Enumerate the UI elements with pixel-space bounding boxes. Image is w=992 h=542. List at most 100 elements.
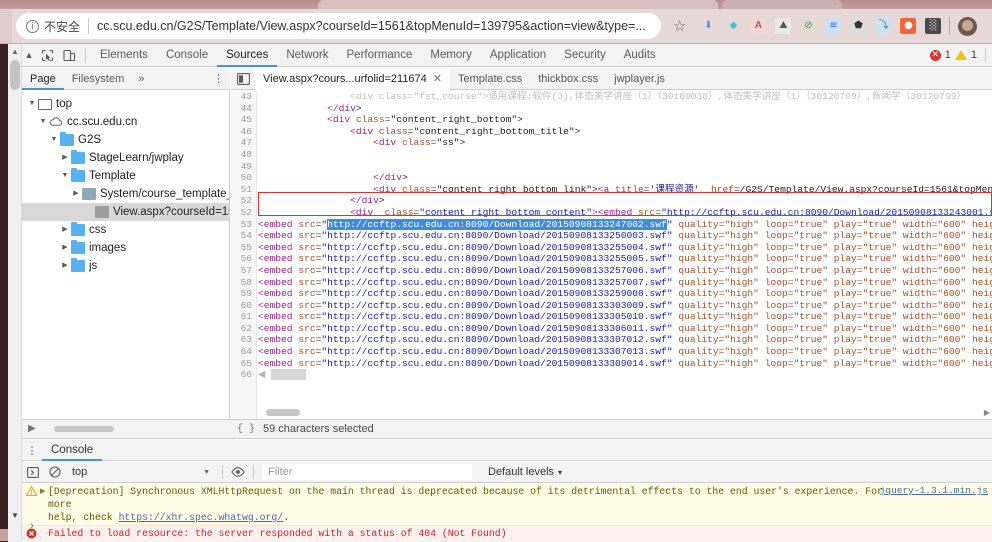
close-icon[interactable]: ✕	[433, 68, 442, 90]
nav-buttons-area[interactable]	[0, 9, 12, 43]
code-line-embed[interactable]: <embed src="http://ccftp.scu.edu.cn:8090…	[258, 253, 992, 265]
tree-item[interactable]: ▶ css	[22, 221, 229, 239]
screenshot-extension-icon[interactable]: ⤵	[875, 18, 892, 34]
browser-tab-strip[interactable]	[0, 0, 992, 9]
tab-memory[interactable]: Memory	[421, 44, 481, 67]
code-content[interactable]: <div class="fst_course">适用课程:软件(3),体态美学讲…	[258, 91, 992, 419]
tab-security[interactable]: Security	[555, 44, 615, 67]
code-line[interactable]: <div class="fst_course">适用课程:软件(3),体态美学讲…	[258, 91, 992, 103]
scrollbar-thumb[interactable]	[53, 426, 114, 432]
tab-audits[interactable]: Audits	[615, 44, 665, 67]
console-context-selector[interactable]: top ▼	[66, 462, 218, 483]
code-line[interactable]: </div>	[258, 195, 992, 207]
show-navigator-icon[interactable]	[231, 72, 255, 85]
navigator-hscroll-arrow-icon[interactable]: ▶	[28, 423, 36, 435]
tree-item[interactable]: ▼ top	[22, 95, 229, 113]
code-line-embed[interactable]: <embed src="http://ccftp.scu.edu.cn:8090…	[258, 323, 992, 335]
tree-item[interactable]: ▼ G2S	[22, 131, 229, 149]
navigator-options-kebab-icon[interactable]: ⋮	[213, 72, 230, 85]
code-line-partial[interactable]: ◀	[258, 369, 992, 381]
chevron-up-icon[interactable]: ▲	[22, 50, 36, 60]
code-line-embed[interactable]: <embed src="http://ccftp.scu.edu.cn:8090…	[258, 358, 992, 370]
navigator-tab-filesystem[interactable]: Filesystem	[64, 68, 133, 90]
browser-tab-other[interactable]	[722, 0, 842, 9]
code-horizontal-scrollbar[interactable]: ▶	[258, 408, 992, 417]
code-line-embed[interactable]: <embed src="http://ccftp.scu.edu.cn:8090…	[258, 230, 992, 242]
chevron-right-icon[interactable]: ▶	[59, 149, 71, 167]
console-sidebar-icon[interactable]	[22, 462, 44, 483]
file-tab[interactable]: thickbox.css	[530, 68, 606, 90]
chevron-down-icon[interactable]: ▼	[48, 131, 60, 149]
code-line-embed[interactable]: <embed src="http://ccftp.scu.edu.cn:8090…	[258, 334, 992, 346]
code-line-content-div[interactable]: <div class="content_right_bottom_content…	[258, 207, 992, 219]
tree-item[interactable]: ▼ cc.scu.edu.cn	[22, 113, 229, 131]
tree-item[interactable]: ▶ StageLearn/jwplay	[22, 149, 229, 167]
code-line-embed[interactable]: <embed src="http://ccftp.scu.edu.cn:8090…	[258, 218, 992, 231]
console-input-prompt[interactable]: ›	[22, 518, 992, 542]
pretty-print-icon[interactable]: { }	[237, 424, 255, 435]
tab-console[interactable]: Console	[42, 440, 102, 461]
tab-elements[interactable]: Elements	[91, 44, 157, 67]
code-line-embed[interactable]: <embed src="http://ccftp.scu.edu.cn:8090…	[258, 265, 992, 277]
image-capture-icon[interactable]: ⛰	[775, 18, 792, 34]
tab-performance[interactable]: Performance	[338, 44, 422, 67]
page-vertical-scrollbar[interactable]: ▲ ▼	[8, 44, 22, 542]
address-bar[interactable]: i 不安全 cc.scu.edu.cn/G2S/Template/View.as…	[16, 13, 661, 39]
tree-item[interactable]: ▶ System/course_template_C	[22, 185, 229, 203]
drawer-options-kebab-icon[interactable]: ⋮	[22, 444, 42, 457]
pdf-extension-icon[interactable]: A	[750, 18, 767, 34]
navigator-more-tabs-button[interactable]: »	[132, 73, 150, 85]
file-tab[interactable]: Template.css	[450, 68, 530, 90]
code-line-embed[interactable]: <embed src="http://ccftp.scu.edu.cn:8090…	[258, 300, 992, 312]
chevron-right-icon[interactable]: ▶	[59, 239, 71, 257]
clear-console-icon[interactable]	[44, 462, 66, 483]
code-line-embed[interactable]: <embed src="http://ccftp.scu.edu.cn:8090…	[258, 242, 992, 254]
shield-extension-icon[interactable]: ⬟	[850, 18, 867, 34]
file-tab[interactable]: jwplayer.js	[606, 68, 673, 90]
avatar[interactable]	[958, 16, 978, 36]
source-code-editor[interactable]: 43 44 45 46 47 48 49 50 51 52 52 53 54 55 56 57 58 59 60 61…	[231, 91, 992, 419]
code-line[interactable]: </div>	[258, 103, 992, 115]
tree-item[interactable]: View.aspx?courseId=1561&	[22, 203, 229, 221]
code-line[interactable]	[258, 149, 992, 161]
code-line[interactable]: <div class="content_right_bottom">	[258, 114, 992, 126]
chevron-down-icon[interactable]: ▼	[37, 113, 49, 131]
tab-application[interactable]: Application	[481, 44, 555, 67]
code-line[interactable]: <div class="ss">	[258, 137, 992, 149]
tab-console[interactable]: Console	[157, 44, 217, 67]
adblock-icon[interactable]: ⊘	[800, 18, 816, 34]
address-bar-url[interactable]: cc.scu.edu.cn/G2S/Template/View.aspx?cou…	[97, 19, 646, 33]
device-toolbar-icon[interactable]	[58, 44, 80, 66]
code-line[interactable]: </div>	[258, 172, 992, 184]
scroll-down-arrow-icon[interactable]: ▼	[11, 511, 19, 520]
issue-counts[interactable]: ✕ 1 1	[929, 48, 992, 62]
code-line[interactable]: <div class="content_right_bottom_title">	[258, 126, 992, 138]
chevron-right-icon[interactable]: ▶	[59, 221, 71, 239]
code-line[interactable]	[258, 161, 992, 173]
emoji-extension-icon[interactable]: ●	[900, 18, 917, 34]
code-line-embed[interactable]: <embed src="http://ccftp.scu.edu.cn:8090…	[258, 346, 992, 358]
tab-sources[interactable]: Sources	[217, 44, 277, 67]
scrollbar-thumb[interactable]	[266, 409, 300, 416]
console-filter-input[interactable]: Filter	[262, 464, 472, 480]
chevron-right-icon[interactable]: ▶	[59, 257, 71, 275]
diamond-extension-icon[interactable]: ◆	[725, 18, 741, 34]
scrollbar-thumb[interactable]	[10, 60, 20, 90]
notes-extension-icon[interactable]: ≡	[825, 18, 842, 34]
browser-tab-active[interactable]	[318, 0, 718, 9]
tree-item[interactable]: ▶ js	[22, 257, 229, 275]
tab-network[interactable]: Network	[277, 44, 337, 67]
live-expression-icon[interactable]	[227, 462, 249, 483]
code-line-embed[interactable]: <embed src="http://ccftp.scu.edu.cn:8090…	[258, 288, 992, 300]
download-icon[interactable]: ⬇	[700, 18, 716, 34]
chevron-down-icon[interactable]: ▼	[59, 167, 71, 185]
console-log-levels-selector[interactable]: Default levels ▾	[488, 466, 562, 478]
navigator-file-tree[interactable]: ▼ top ▼ cc.scu.edu.cn ▼ G2S ▶ StageLearn/jwplay…	[22, 91, 230, 419]
scroll-up-arrow-icon[interactable]: ▲	[11, 47, 19, 56]
bookmark-star-icon[interactable]: ☆	[673, 19, 686, 34]
console-message-source-link[interactable]: jquery-1.3.1.min.js	[880, 485, 988, 496]
code-line-embed[interactable]: <embed src="http://ccftp.scu.edu.cn:8090…	[258, 277, 992, 289]
inspect-element-icon[interactable]	[36, 44, 58, 66]
scroll-right-arrow-icon[interactable]: ▶	[984, 408, 990, 417]
code-line[interactable]: <div class="content_right_bottom_link"><…	[258, 184, 992, 196]
